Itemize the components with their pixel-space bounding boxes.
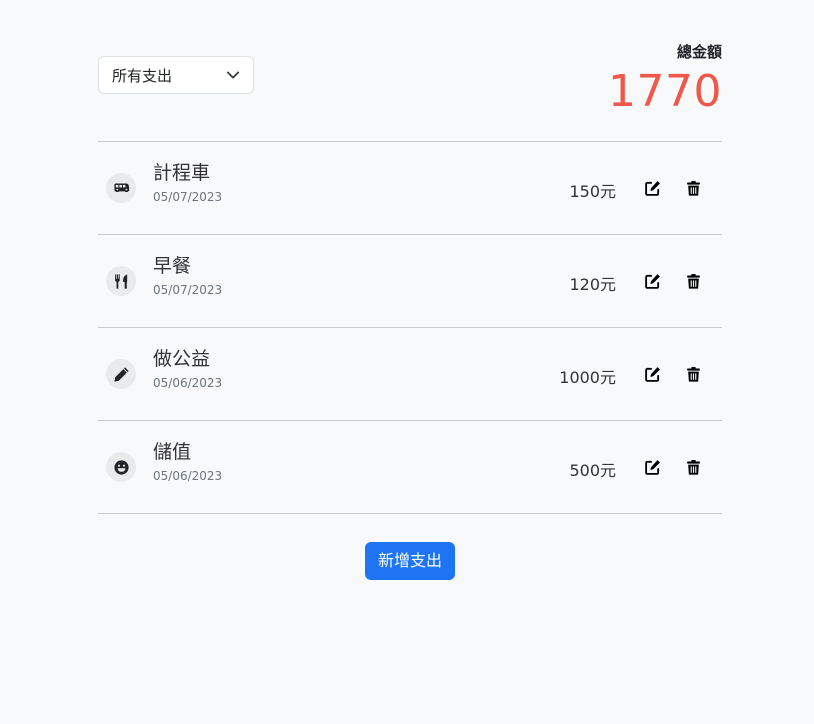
expense-date: 05/07/2023 [153, 190, 223, 204]
bus-icon [113, 183, 129, 192]
edit-icon [644, 273, 660, 289]
category-filter-value: 所有支出 [112, 66, 173, 85]
edit-button[interactable] [642, 178, 662, 198]
expense-title: 做公益 [153, 348, 211, 370]
utensils-icon [114, 273, 127, 289]
edit-icon [644, 459, 660, 475]
category-icon-container [106, 359, 136, 389]
delete-button[interactable] [683, 457, 703, 477]
expense-date: 05/06/2023 [153, 376, 223, 390]
category-filter-select[interactable]: 所有支出 [98, 56, 254, 94]
expense-title: 早餐 [153, 255, 192, 277]
expense-date: 05/07/2023 [153, 283, 223, 297]
expense-row: 做公益 05/06/2023 1000元 [98, 328, 722, 421]
delete-button[interactable] [683, 271, 703, 291]
edit-icon [644, 366, 660, 382]
expense-app: 所有支出 總金額 1770 計程車 05/07/2023 150元 早餐 05/… [98, 0, 722, 580]
expense-row: 早餐 05/07/2023 120元 [98, 235, 722, 328]
add-expense-button[interactable]: 新增支出 [364, 542, 455, 580]
edit-button[interactable] [642, 364, 662, 384]
expense-amount: 1000元 [559, 368, 616, 387]
delete-button[interactable] [683, 178, 703, 198]
category-icon-container [106, 173, 136, 203]
smile-icon [113, 459, 129, 475]
expense-row: 計程車 05/07/2023 150元 [98, 142, 722, 235]
edit-icon [644, 180, 660, 196]
expense-amount: 500元 [569, 461, 616, 480]
trash-icon [686, 180, 700, 196]
expense-amount: 150元 [569, 182, 616, 201]
expense-amount: 120元 [569, 275, 616, 294]
expense-date: 05/06/2023 [153, 469, 223, 483]
delete-button[interactable] [683, 364, 703, 384]
expense-row: 儲值 05/06/2023 500元 [98, 421, 722, 514]
trash-icon [686, 273, 700, 289]
edit-button[interactable] [642, 457, 662, 477]
add-expense-area: 新增支出 [98, 542, 722, 580]
total-amount: 1770 [608, 66, 722, 117]
expense-title: 計程車 [153, 162, 211, 184]
trash-icon [686, 459, 700, 475]
total-label: 總金額 [676, 43, 722, 61]
category-icon-container [106, 266, 136, 296]
header: 所有支出 總金額 1770 [98, 0, 722, 141]
expense-title: 儲值 [153, 441, 192, 463]
chevron-down-icon [226, 71, 240, 79]
trash-icon [686, 366, 700, 382]
category-icon-container [106, 452, 136, 482]
edit-button[interactable] [642, 271, 662, 291]
expense-list: 計程車 05/07/2023 150元 早餐 05/07/2023 120元 做… [98, 141, 722, 514]
pencil-icon [113, 366, 129, 382]
